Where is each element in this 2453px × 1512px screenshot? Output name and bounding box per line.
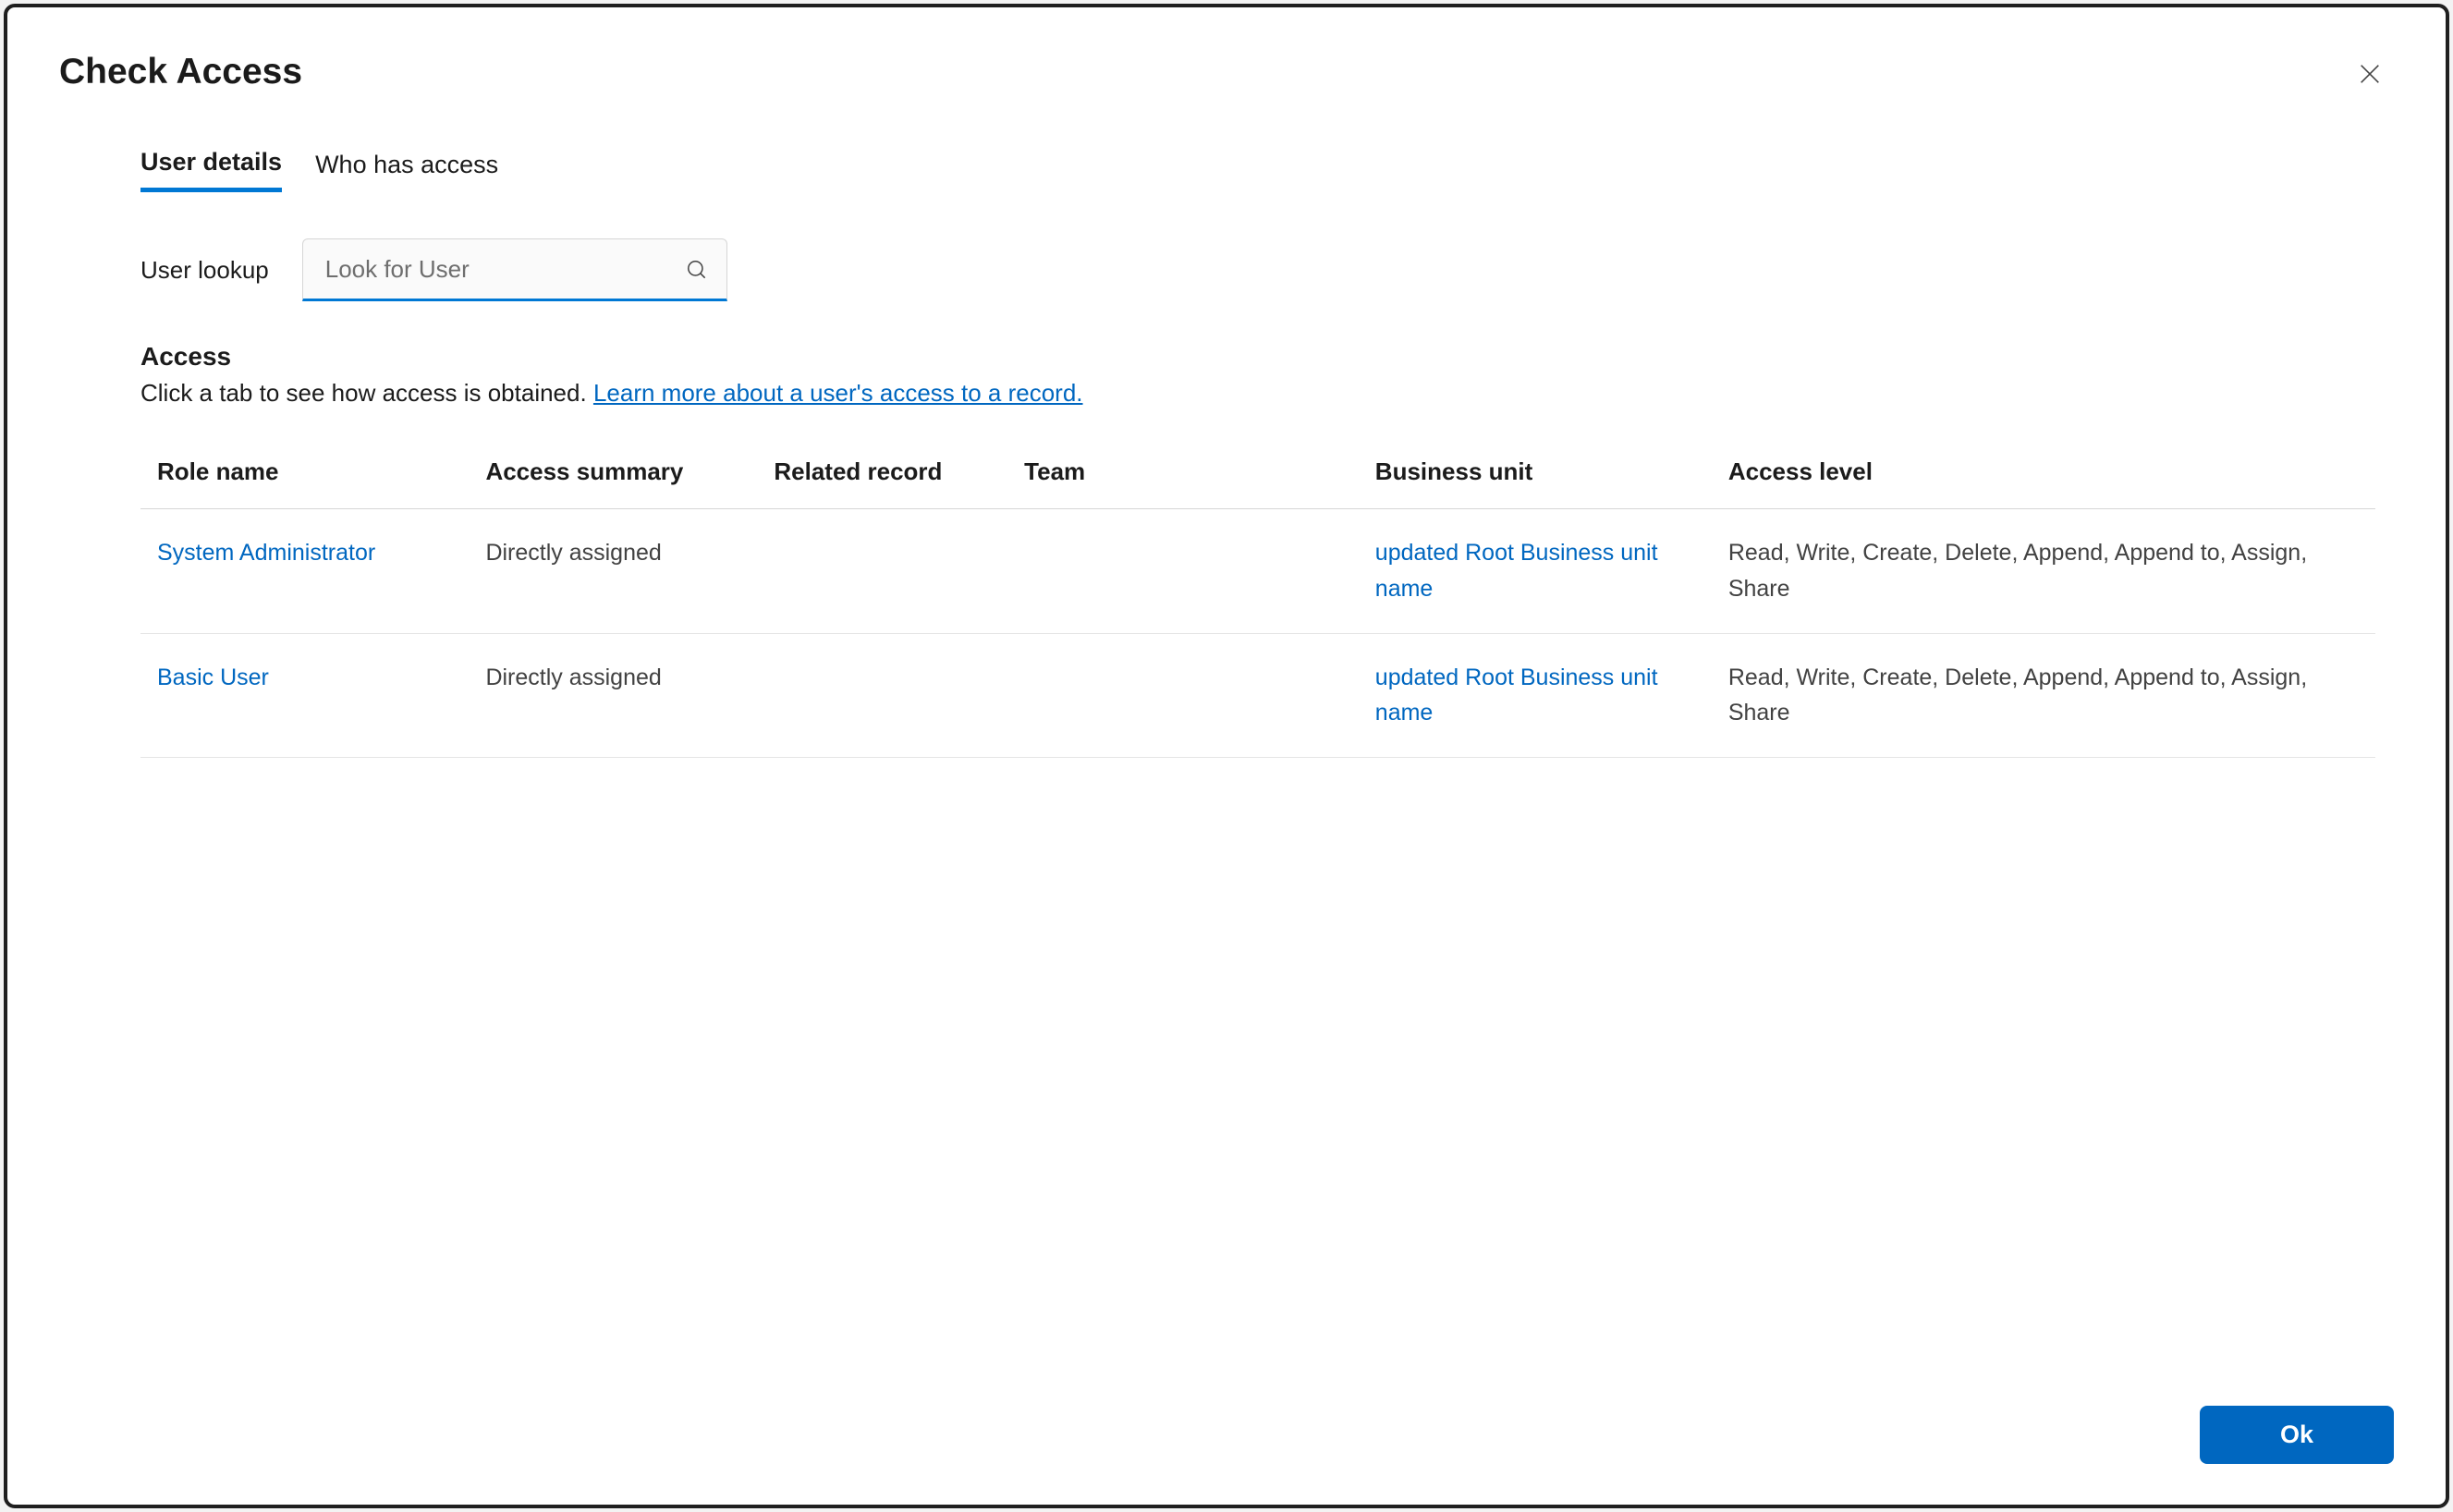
access-table: Role name Access summary Related record … <box>140 457 2375 758</box>
col-team: Team <box>1007 457 1359 509</box>
user-lookup-label: User lookup <box>140 256 269 285</box>
tab-list: User details Who has access <box>140 148 2394 192</box>
cell-access-level: Read, Write, Create, Delete, Append, App… <box>1712 633 2375 758</box>
access-description: Click a tab to see how access is obtaine… <box>140 379 2394 408</box>
cell-related-record <box>757 509 1007 634</box>
cell-role-name[interactable]: Basic User <box>140 633 469 758</box>
learn-more-link[interactable]: Learn more about a user's access to a re… <box>593 379 1083 407</box>
user-lookup-field <box>302 238 727 301</box>
cell-access-summary: Directly assigned <box>469 633 757 758</box>
col-related-record: Related record <box>757 457 1007 509</box>
cell-team <box>1007 509 1359 634</box>
col-business-unit: Business unit <box>1359 457 1712 509</box>
col-access-level: Access level <box>1712 457 2375 509</box>
access-description-text: Click a tab to see how access is obtaine… <box>140 379 593 407</box>
check-access-dialog: Check Access User details Who has access… <box>4 4 2449 1508</box>
access-heading: Access <box>140 342 2394 372</box>
col-role-name: Role name <box>140 457 469 509</box>
ok-button[interactable]: Ok <box>2200 1406 2394 1464</box>
col-access-summary: Access summary <box>469 457 757 509</box>
cell-role-name[interactable]: System Administrator <box>140 509 469 634</box>
table-row: Basic User Directly assigned updated Roo… <box>140 633 2375 758</box>
close-button[interactable] <box>2351 55 2388 95</box>
cell-related-record <box>757 633 1007 758</box>
table-header-row: Role name Access summary Related record … <box>140 457 2375 509</box>
dialog-title: Check Access <box>59 52 302 92</box>
user-lookup-input[interactable] <box>302 238 727 301</box>
cell-business-unit[interactable]: updated Root Business unit name <box>1359 509 1712 634</box>
tab-user-details[interactable]: User details <box>140 148 282 192</box>
table-row: System Administrator Directly assigned u… <box>140 509 2375 634</box>
cell-team <box>1007 633 1359 758</box>
tab-who-has-access[interactable]: Who has access <box>315 148 498 192</box>
cell-access-level: Read, Write, Create, Delete, Append, App… <box>1712 509 2375 634</box>
close-icon <box>2357 61 2383 87</box>
cell-access-summary: Directly assigned <box>469 509 757 634</box>
cell-business-unit[interactable]: updated Root Business unit name <box>1359 633 1712 758</box>
